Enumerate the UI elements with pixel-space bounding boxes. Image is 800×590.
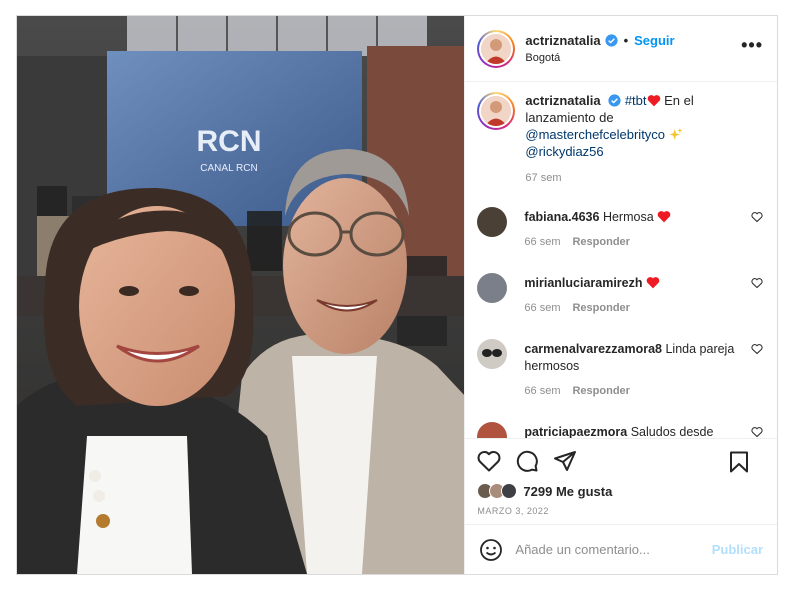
post-caption: actriznatalia #tbt En el lanzamiento de … bbox=[465, 82, 777, 187]
share-icon[interactable] bbox=[553, 449, 577, 473]
comment-input[interactable] bbox=[515, 542, 706, 557]
like-comment-heart-icon[interactable] bbox=[751, 211, 763, 223]
caption-mention-masterchef[interactable]: @masterchefcelebrityco bbox=[525, 127, 665, 142]
emoji-icon[interactable] bbox=[479, 538, 503, 562]
add-comment-bar: Publicar bbox=[465, 524, 777, 574]
comment-item: carmenalvarezzamora8 Linda pareja hermos… bbox=[465, 339, 777, 400]
likes-label[interactable]: Me gusta bbox=[556, 484, 612, 499]
commenter-avatar[interactable] bbox=[477, 207, 508, 237]
instagram-post: RCN CANAL RCN actriznatalia • Seguir Bog… bbox=[16, 15, 778, 575]
comment-text: Hermosa bbox=[602, 210, 654, 224]
red-heart-emoji-icon bbox=[647, 95, 660, 107]
follow-button[interactable]: Seguir bbox=[634, 33, 674, 48]
caption-hashtag[interactable]: #tbt bbox=[625, 93, 647, 108]
post-date: MARZO 3, 2022 bbox=[477, 506, 549, 516]
comment-item: patriciapaezmora Saludos desde Pueblo Mé… bbox=[465, 422, 777, 438]
post-location[interactable]: Bogotá bbox=[525, 52, 674, 64]
author-avatar bbox=[481, 33, 512, 64]
author-avatar-ring[interactable] bbox=[477, 29, 516, 68]
selfie-image: RCN CANAL RCN bbox=[17, 16, 465, 574]
post-photo[interactable]: RCN CANAL RCN bbox=[17, 16, 465, 574]
comment-time[interactable]: 66 sem bbox=[524, 236, 560, 248]
comment-icon[interactable] bbox=[515, 449, 539, 473]
commenter-avatar[interactable] bbox=[477, 339, 508, 369]
comment-item: fabiana.4636 Hermosa 66 sem Responder bbox=[465, 207, 777, 251]
heart-icon[interactable] bbox=[477, 450, 501, 472]
reply-button[interactable]: Responder bbox=[572, 385, 629, 397]
red-heart-emoji-icon bbox=[657, 211, 671, 223]
post-header: actriznatalia • Seguir Bogotá ••• bbox=[465, 16, 777, 82]
caption-mention-ricky[interactable]: @rickydiaz56 bbox=[525, 144, 603, 159]
red-heart-emoji-icon bbox=[646, 277, 660, 289]
commenter-username[interactable]: fabiana.4636 bbox=[524, 210, 599, 224]
comment-time[interactable]: 66 sem bbox=[524, 385, 560, 397]
reply-button[interactable]: Responder bbox=[572, 236, 629, 248]
commenter-avatar[interactable] bbox=[477, 273, 508, 303]
commenter-username[interactable]: mirianluciaramirezh bbox=[524, 276, 642, 290]
commenter-username[interactable]: carmenalvarezzamora8 bbox=[524, 342, 662, 356]
more-options-icon[interactable]: ••• bbox=[741, 36, 763, 54]
like-comment-heart-icon[interactable] bbox=[751, 277, 763, 289]
post-side-panel: actriznatalia • Seguir Bogotá ••• actriz… bbox=[464, 16, 777, 574]
liker-avatar bbox=[501, 483, 518, 499]
caption-avatar[interactable] bbox=[477, 92, 516, 130]
screen-logo-subtext: CANAL RCN bbox=[200, 163, 257, 174]
caption-time[interactable]: 67 sem bbox=[525, 170, 730, 187]
verified-badge-icon bbox=[608, 94, 621, 107]
caption-username[interactable]: actriznatalia bbox=[525, 93, 600, 108]
likes-count[interactable]: 7299 bbox=[523, 484, 552, 499]
save-icon[interactable] bbox=[729, 451, 749, 473]
author-username[interactable]: actriznatalia bbox=[525, 33, 600, 48]
publish-button[interactable]: Publicar bbox=[712, 542, 763, 557]
commenter-avatar[interactable] bbox=[477, 422, 508, 438]
post-actions: 7299 Me gusta MARZO 3, 2022 Publicar bbox=[465, 438, 777, 574]
like-comment-heart-icon[interactable] bbox=[751, 343, 763, 355]
action-icons bbox=[477, 439, 765, 483]
commenter-username[interactable]: patriciapaezmora bbox=[524, 425, 627, 438]
screen-logo-text: RCN bbox=[197, 125, 262, 158]
comments-section[interactable]: actriznatalia #tbt En el lanzamiento de … bbox=[465, 82, 777, 438]
like-comment-heart-icon[interactable] bbox=[751, 426, 763, 438]
likes-row[interactable]: 7299 Me gusta bbox=[477, 483, 765, 499]
comment-time[interactable]: 66 sem bbox=[524, 302, 560, 314]
separator-dot: • bbox=[623, 33, 629, 48]
verified-badge-icon bbox=[604, 34, 618, 47]
comment-item: mirianluciaramirezh 66 sem Responder bbox=[465, 273, 777, 317]
sparkles-emoji-icon bbox=[669, 128, 683, 140]
reply-button[interactable]: Responder bbox=[572, 302, 629, 314]
